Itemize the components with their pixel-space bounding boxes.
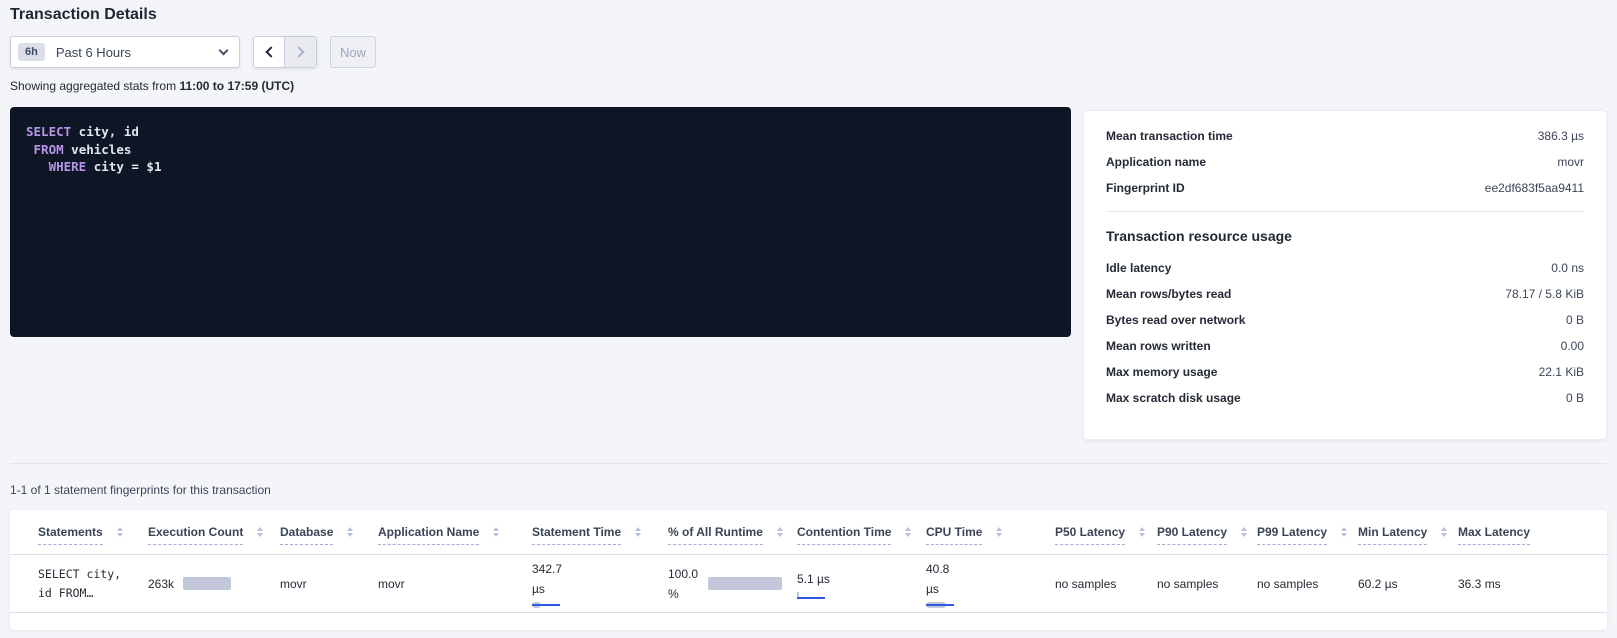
sort-icon[interactable] <box>996 527 1002 537</box>
subtitle-prefix: Showing aggregated stats from <box>10 79 179 93</box>
resource-row: Mean rows/bytes read 78.17 / 5.8 KiB <box>1106 281 1584 307</box>
chevron-right-icon <box>293 46 304 57</box>
sort-icon[interactable] <box>1139 527 1145 537</box>
summary-label: Fingerprint ID <box>1106 181 1185 195</box>
cell-execution-count: 263k <box>148 577 280 591</box>
next-interval-button[interactable] <box>285 37 316 67</box>
resource-label: Max scratch disk usage <box>1106 391 1241 405</box>
previous-interval-button[interactable] <box>254 37 285 67</box>
resource-row: Mean rows written 0.00 <box>1106 333 1584 359</box>
resource-label: Max memory usage <box>1106 365 1217 379</box>
cell-p50-latency: no samples <box>1055 577 1157 591</box>
resource-value: 0.0 ns <box>1551 261 1584 275</box>
execution-count-bar <box>183 577 231 590</box>
sort-icon[interactable] <box>493 527 499 537</box>
resource-label: Idle latency <box>1106 261 1171 275</box>
chevron-down-icon <box>219 45 229 55</box>
now-button[interactable]: Now <box>330 36 376 68</box>
sql-keyword: FROM <box>26 142 64 157</box>
time-controls: 6h Past 6 Hours Now <box>10 36 376 68</box>
column-header-max-latency[interactable]: Max Latency <box>1458 525 1607 554</box>
column-header-percent-runtime[interactable]: % of All Runtime <box>668 525 797 554</box>
table-header-row: Statements Execution Count Database Appl… <box>10 510 1607 555</box>
resource-usage-heading: Transaction resource usage <box>1106 228 1584 244</box>
cpu-time-bar <box>926 602 956 609</box>
resource-label: Bytes read over network <box>1106 313 1245 327</box>
column-header-statements[interactable]: Statements <box>38 525 148 554</box>
resource-label: Mean rows written <box>1106 339 1211 353</box>
resource-value: 0.00 <box>1561 339 1584 353</box>
divider <box>1106 211 1584 212</box>
resource-row: Max memory usage 22.1 KiB <box>1106 359 1584 385</box>
cell-database: movr <box>280 577 378 591</box>
summary-row: Application name movr <box>1106 149 1584 175</box>
column-header-statement-time[interactable]: Statement Time <box>532 525 668 554</box>
sql-keyword: WHERE <box>26 159 86 174</box>
summary-value: movr <box>1557 155 1584 169</box>
cell-statement-time: 342.7 µs <box>532 559 668 609</box>
statement-time-bar <box>532 602 562 609</box>
summary-label: Application name <box>1106 155 1206 169</box>
sort-icon[interactable] <box>1441 527 1447 537</box>
cell-contention-time: 5.1 µs <box>797 569 926 599</box>
resource-row: Max scratch disk usage 0 B <box>1106 385 1584 411</box>
summary-row: Fingerprint ID ee2df683f5aa9411 <box>1106 175 1584 201</box>
divider <box>10 463 1607 464</box>
time-range-dropdown[interactable]: 6h Past 6 Hours <box>10 36 240 68</box>
column-header-p50-latency[interactable]: P50 Latency <box>1055 525 1157 554</box>
subtitle-range: 11:00 to 17:59 (UTC) <box>179 79 294 93</box>
column-header-p99-latency[interactable]: P99 Latency <box>1257 525 1358 554</box>
cell-max-latency: 36.3 ms <box>1458 577 1607 591</box>
resource-label: Mean rows/bytes read <box>1106 287 1231 301</box>
cell-p90-latency: no samples <box>1157 577 1257 591</box>
resource-value: 78.17 / 5.8 KiB <box>1505 287 1584 301</box>
page-title: Transaction Details <box>10 6 157 24</box>
summary-row: Mean transaction time 386.3 µs <box>1106 123 1584 149</box>
resource-value: 0 B <box>1566 313 1584 327</box>
time-nav-group <box>253 36 317 68</box>
column-header-p90-latency[interactable]: P90 Latency <box>1157 525 1257 554</box>
column-header-cpu-time[interactable]: CPU Time <box>926 525 1055 554</box>
chevron-left-icon <box>265 46 276 57</box>
resource-value: 0 B <box>1566 391 1584 405</box>
column-header-execution-count[interactable]: Execution Count <box>148 525 280 554</box>
sort-icon[interactable] <box>1341 527 1347 537</box>
sort-icon[interactable] <box>777 527 783 537</box>
sort-icon[interactable] <box>347 527 353 537</box>
cell-percent-runtime: 100.0 % <box>668 564 797 604</box>
time-range-badge: 6h <box>18 43 45 61</box>
column-header-database[interactable]: Database <box>280 525 378 554</box>
sort-icon[interactable] <box>905 527 911 537</box>
sql-statement-box: SELECT city, id FROM vehicles WHERE city… <box>10 107 1071 337</box>
statements-count-caption: 1-1 of 1 statement fingerprints for this… <box>10 483 271 497</box>
transaction-summary-card: Mean transaction time 386.3 µs Applicati… <box>1083 110 1607 440</box>
summary-value: ee2df683f5aa9411 <box>1485 181 1584 195</box>
sort-icon[interactable] <box>117 527 123 537</box>
column-header-min-latency[interactable]: Min Latency <box>1358 525 1458 554</box>
column-header-contention-time[interactable]: Contention Time <box>797 525 926 554</box>
cell-cpu-time: 40.8 µs <box>926 559 1055 609</box>
sort-icon[interactable] <box>1241 527 1247 537</box>
column-header-application-name[interactable]: Application Name <box>378 525 532 554</box>
resource-row: Idle latency 0.0 ns <box>1106 255 1584 281</box>
statements-table: Statements Execution Count Database Appl… <box>10 510 1607 630</box>
sql-keyword: SELECT <box>26 124 71 139</box>
cell-min-latency: 60.2 µs <box>1358 577 1458 591</box>
contention-time-bar <box>797 592 827 599</box>
resource-value: 22.1 KiB <box>1539 365 1584 379</box>
resource-row: Bytes read over network 0 B <box>1106 307 1584 333</box>
cell-application-name: movr <box>378 577 532 591</box>
percent-runtime-bar <box>708 577 782 590</box>
time-range-label: Past 6 Hours <box>56 45 220 60</box>
cell-p99-latency: no samples <box>1257 577 1358 591</box>
table-row[interactable]: SELECT city, id FROM… 263k movr movr 342… <box>10 555 1607 613</box>
aggregation-subtitle: Showing aggregated stats from 11:00 to 1… <box>10 79 294 93</box>
sort-icon[interactable] <box>257 527 263 537</box>
cell-statement-fingerprint[interactable]: SELECT city, id FROM… <box>38 565 148 603</box>
summary-value: 386.3 µs <box>1538 129 1584 143</box>
sort-icon[interactable] <box>635 527 641 537</box>
summary-label: Mean transaction time <box>1106 129 1233 143</box>
